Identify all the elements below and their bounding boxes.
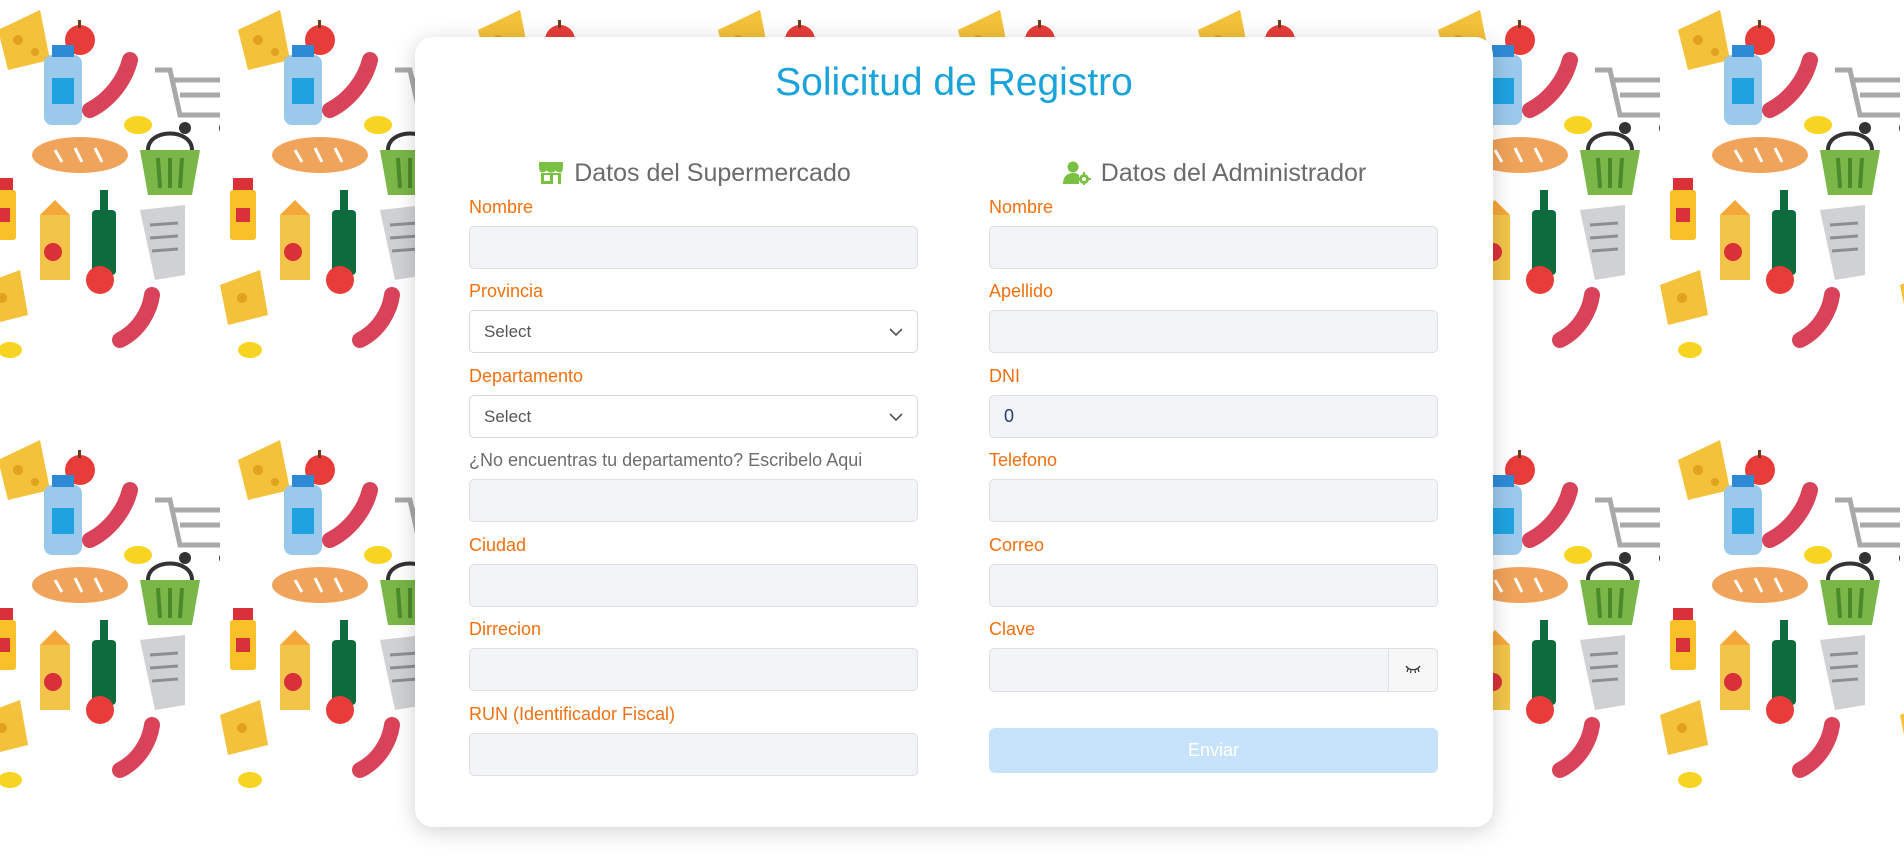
correo-label: Correo <box>989 535 1045 555</box>
apellido-label: Apellido <box>989 281 1054 301</box>
submit-button[interactable]: Enviar <box>989 728 1438 773</box>
dni-input[interactable]: 0 <box>989 395 1438 438</box>
toggle-password-button[interactable] <box>1389 648 1438 692</box>
chevron-down-icon <box>889 407 903 427</box>
apellido-input[interactable] <box>989 310 1438 353</box>
admin-section-heading: Datos del Administrador <box>989 153 1440 193</box>
provincia-label: Provincia <box>469 281 544 301</box>
direccion-label: Dirrecion <box>469 619 542 639</box>
provincia-select[interactable]: Select <box>469 310 918 353</box>
otro-departamento-label: ¿No encuentras tu departamento? Escribel… <box>469 450 863 470</box>
ciudad-label: Ciudad <box>469 535 527 555</box>
provincia-select-value: Select <box>484 321 532 341</box>
run-input[interactable] <box>469 733 918 776</box>
store-icon <box>538 161 564 185</box>
departamento-select[interactable]: Select <box>469 395 918 438</box>
telefono-label: Telefono <box>989 450 1058 470</box>
chevron-down-icon <box>889 322 903 342</box>
admin-nombre-input[interactable] <box>989 226 1438 269</box>
otro-departamento-input[interactable] <box>469 479 918 522</box>
admin-heading-text: Datos del Administrador <box>1100 158 1367 187</box>
user-cog-icon <box>1062 161 1091 185</box>
eye-closed-icon <box>1405 661 1421 679</box>
page-title: Solicitud de Registro <box>775 61 1133 104</box>
registration-form-card: Solicitud de Registro Datos del Supermer… <box>415 37 1493 827</box>
correo-input[interactable] <box>989 564 1438 607</box>
supermarket-heading-text: Datos del Supermercado <box>574 158 851 187</box>
direccion-input[interactable] <box>469 648 918 691</box>
supermarket-section-heading: Datos del Supermercado <box>469 153 920 193</box>
run-label: RUN (Identificador Fiscal) <box>469 704 676 724</box>
clave-label: Clave <box>989 619 1036 639</box>
dni-label: DNI <box>989 366 1020 386</box>
departamento-select-value: Select <box>484 406 532 426</box>
telefono-input[interactable] <box>989 479 1438 522</box>
departamento-label: Departamento <box>469 366 584 386</box>
supermarket-nombre-input[interactable] <box>469 226 918 269</box>
clave-input[interactable] <box>989 648 1389 692</box>
ciudad-input[interactable] <box>469 564 918 607</box>
admin-nombre-label: Nombre <box>989 197 1054 217</box>
password-group <box>989 648 1438 692</box>
supermarket-nombre-label: Nombre <box>469 197 534 217</box>
